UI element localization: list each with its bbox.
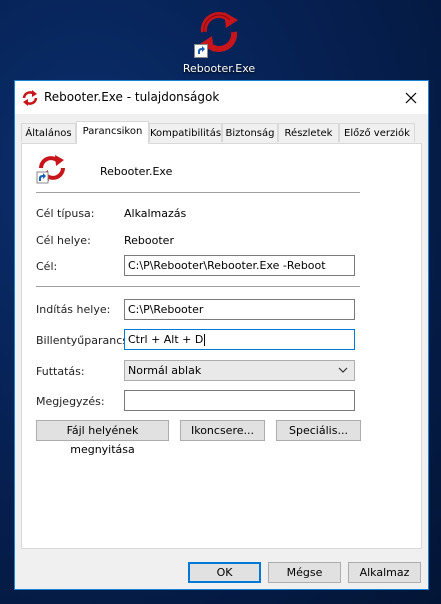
change-icon-button[interactable]: Ikoncsere... bbox=[180, 420, 265, 441]
hotkey-field[interactable]: Ctrl + Alt + D bbox=[124, 329, 355, 350]
window-title: Rebooter.Exe - tulajdonságok bbox=[44, 90, 220, 104]
shortcut-panel: Rebooter.Exe Cél típusa: Alkalmazás Cél … bbox=[21, 143, 422, 549]
start-in-label: Indítás helye: bbox=[36, 303, 111, 316]
advanced-button[interactable]: Speciális... bbox=[276, 420, 361, 441]
separator bbox=[36, 286, 360, 287]
open-file-location-button[interactable]: Fájl helyének megnyitása bbox=[36, 420, 169, 456]
tab-previous-versions[interactable]: Előző verziók bbox=[339, 123, 415, 142]
close-icon[interactable] bbox=[400, 87, 422, 109]
tab-security[interactable]: Biztonság bbox=[222, 123, 278, 142]
title-bar[interactable]: Rebooter.Exe - tulajdonságok bbox=[15, 81, 428, 114]
hotkey-value: Ctrl + Alt + D bbox=[128, 333, 204, 346]
chevron-down-icon bbox=[338, 367, 348, 373]
apply-button[interactable]: Alkalmaz bbox=[348, 562, 421, 583]
ok-button[interactable]: OK bbox=[188, 562, 261, 583]
target-location-value: Rebooter bbox=[124, 234, 174, 247]
desktop-icon-label: Rebooter.Exe bbox=[182, 62, 256, 75]
comment-field[interactable] bbox=[124, 390, 355, 411]
comment-label: Megjegyzés: bbox=[36, 395, 105, 408]
tab-shortcut[interactable]: Parancsikon bbox=[76, 121, 149, 144]
rebooter-arrows-icon bbox=[22, 90, 38, 106]
text-caret bbox=[204, 334, 206, 346]
run-select-value: Normál ablak bbox=[128, 364, 202, 377]
cancel-button[interactable]: Mégse bbox=[268, 562, 341, 583]
target-location-label: Cél helye: bbox=[36, 234, 91, 247]
target-field[interactable]: C:\P\Rebooter\Rebooter.Exe -Reboot bbox=[124, 255, 355, 276]
target-type-value: Alkalmazás bbox=[124, 207, 187, 220]
shortcut-name: Rebooter.Exe bbox=[100, 165, 173, 178]
separator bbox=[36, 192, 360, 193]
hotkey-label: Billentyűparancs: bbox=[36, 334, 132, 347]
rebooter-arrows-icon bbox=[36, 155, 65, 184]
shortcut-arrow-icon bbox=[194, 44, 208, 58]
tab-details[interactable]: Részletek bbox=[278, 123, 339, 142]
target-type-label: Cél típusa: bbox=[36, 207, 95, 220]
run-select[interactable]: Normál ablak bbox=[124, 360, 355, 381]
tab-compatibility[interactable]: Kompatibilitás bbox=[149, 123, 222, 142]
properties-window: Rebooter.Exe - tulajdonságok Általános P… bbox=[14, 80, 429, 590]
run-label: Futtatás: bbox=[36, 365, 85, 378]
target-label: Cél: bbox=[36, 260, 58, 273]
tab-general[interactable]: Általános bbox=[21, 123, 76, 142]
start-in-field[interactable]: C:\P\Rebooter bbox=[124, 299, 355, 320]
